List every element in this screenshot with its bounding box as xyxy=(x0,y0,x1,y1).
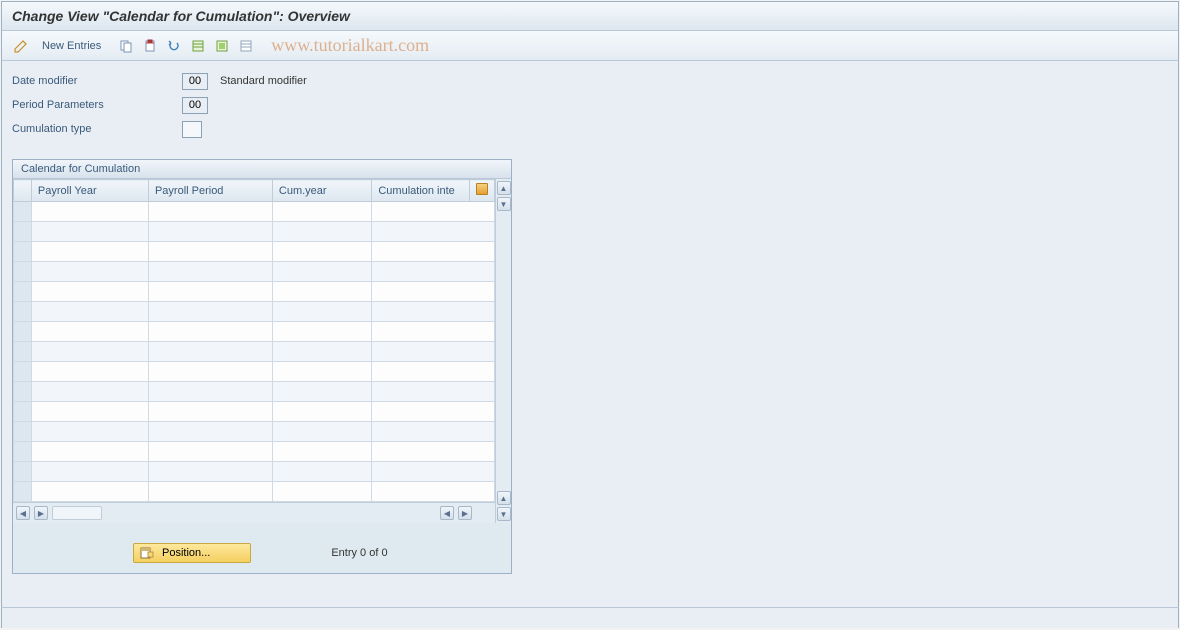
scroll-left2-icon[interactable]: ◀ xyxy=(440,506,454,520)
scroll-down-thumb-icon[interactable]: ▲ xyxy=(497,491,511,505)
table-row[interactable] xyxy=(14,382,495,402)
date-modifier-field[interactable] xyxy=(182,73,208,90)
scroll-right2-icon[interactable]: ▶ xyxy=(458,506,472,520)
table-row[interactable] xyxy=(14,462,495,482)
table-container: Payroll Year Payroll Period Cum.year Cum… xyxy=(13,179,511,523)
table-row[interactable] xyxy=(14,222,495,242)
table-body xyxy=(14,202,495,502)
page-title: Change View "Calendar for Cumulation": O… xyxy=(2,2,1178,31)
table-row[interactable] xyxy=(14,362,495,382)
delete-icon[interactable] xyxy=(141,37,159,55)
bottom-divider xyxy=(1,607,1179,608)
vertical-scroll: ▲ ▼ ▲ ▼ xyxy=(495,179,511,523)
scroll-right-icon[interactable]: ▶ xyxy=(34,506,48,520)
watermark: www.tutorialkart.com xyxy=(271,35,429,56)
edit-icon[interactable] xyxy=(12,37,30,55)
select-all-icon[interactable] xyxy=(189,37,207,55)
calendar-panel: Calendar for Cumulation Payroll Year Pay… xyxy=(12,159,512,574)
scroll-track[interactable] xyxy=(52,506,102,520)
table-row[interactable] xyxy=(14,482,495,502)
scroll-up-thumb-icon[interactable]: ▼ xyxy=(497,197,511,211)
select-block-icon[interactable] xyxy=(213,37,231,55)
scroll-down-icon[interactable]: ▼ xyxy=(497,507,511,521)
table-row[interactable] xyxy=(14,282,495,302)
horizontal-scroll: ◀ ▶ ◀ ▶ xyxy=(13,502,495,523)
table-row[interactable] xyxy=(14,422,495,442)
table-row[interactable] xyxy=(14,242,495,262)
date-modifier-label: Date modifier xyxy=(12,75,182,87)
row-selector-header[interactable] xyxy=(14,180,32,202)
date-modifier-desc: Standard modifier xyxy=(220,75,307,87)
table-config-button[interactable] xyxy=(469,180,494,202)
undo-icon[interactable] xyxy=(165,37,183,55)
content-area: Date modifier Standard modifier Period P… xyxy=(2,61,1178,628)
position-icon xyxy=(140,546,154,560)
toolbar: New Entries www.tutorialkart.com xyxy=(2,31,1178,61)
config-icon xyxy=(476,183,488,195)
cumulation-type-field[interactable] xyxy=(182,121,202,138)
table-row[interactable] xyxy=(14,442,495,462)
table-row[interactable] xyxy=(14,262,495,282)
col-cum-year[interactable]: Cum.year xyxy=(272,180,371,202)
deselect-all-icon[interactable] xyxy=(237,37,255,55)
cumulation-type-label: Cumulation type xyxy=(12,123,182,135)
panel-footer: Position... Entry 0 of 0 xyxy=(13,523,511,573)
scroll-up-icon[interactable]: ▲ xyxy=(497,181,511,195)
entry-count: Entry 0 of 0 xyxy=(331,547,387,559)
position-button[interactable]: Position... xyxy=(133,543,251,563)
table-row[interactable] xyxy=(14,322,495,342)
form-row-date-modifier: Date modifier Standard modifier xyxy=(12,71,1168,91)
new-entries-button[interactable]: New Entries xyxy=(36,38,107,54)
period-params-label: Period Parameters xyxy=(12,99,182,111)
col-cumulation-inte[interactable]: Cumulation inte xyxy=(372,180,470,202)
main-window: Change View "Calendar for Cumulation": O… xyxy=(1,1,1179,628)
col-payroll-period[interactable]: Payroll Period xyxy=(148,180,272,202)
table-row[interactable] xyxy=(14,202,495,222)
form-row-period-params: Period Parameters xyxy=(12,95,1168,115)
position-label: Position... xyxy=(162,547,210,559)
table-row[interactable] xyxy=(14,302,495,322)
table-row[interactable] xyxy=(14,402,495,422)
copy-icon[interactable] xyxy=(117,37,135,55)
col-payroll-year[interactable]: Payroll Year xyxy=(31,180,148,202)
form-section: Date modifier Standard modifier Period P… xyxy=(12,71,1168,139)
table-row[interactable] xyxy=(14,342,495,362)
calendar-table: Payroll Year Payroll Period Cum.year Cum… xyxy=(13,179,495,502)
form-row-cumulation-type: Cumulation type xyxy=(12,119,1168,139)
period-params-field[interactable] xyxy=(182,97,208,114)
panel-title: Calendar for Cumulation xyxy=(13,160,511,179)
scroll-left-icon[interactable]: ◀ xyxy=(16,506,30,520)
